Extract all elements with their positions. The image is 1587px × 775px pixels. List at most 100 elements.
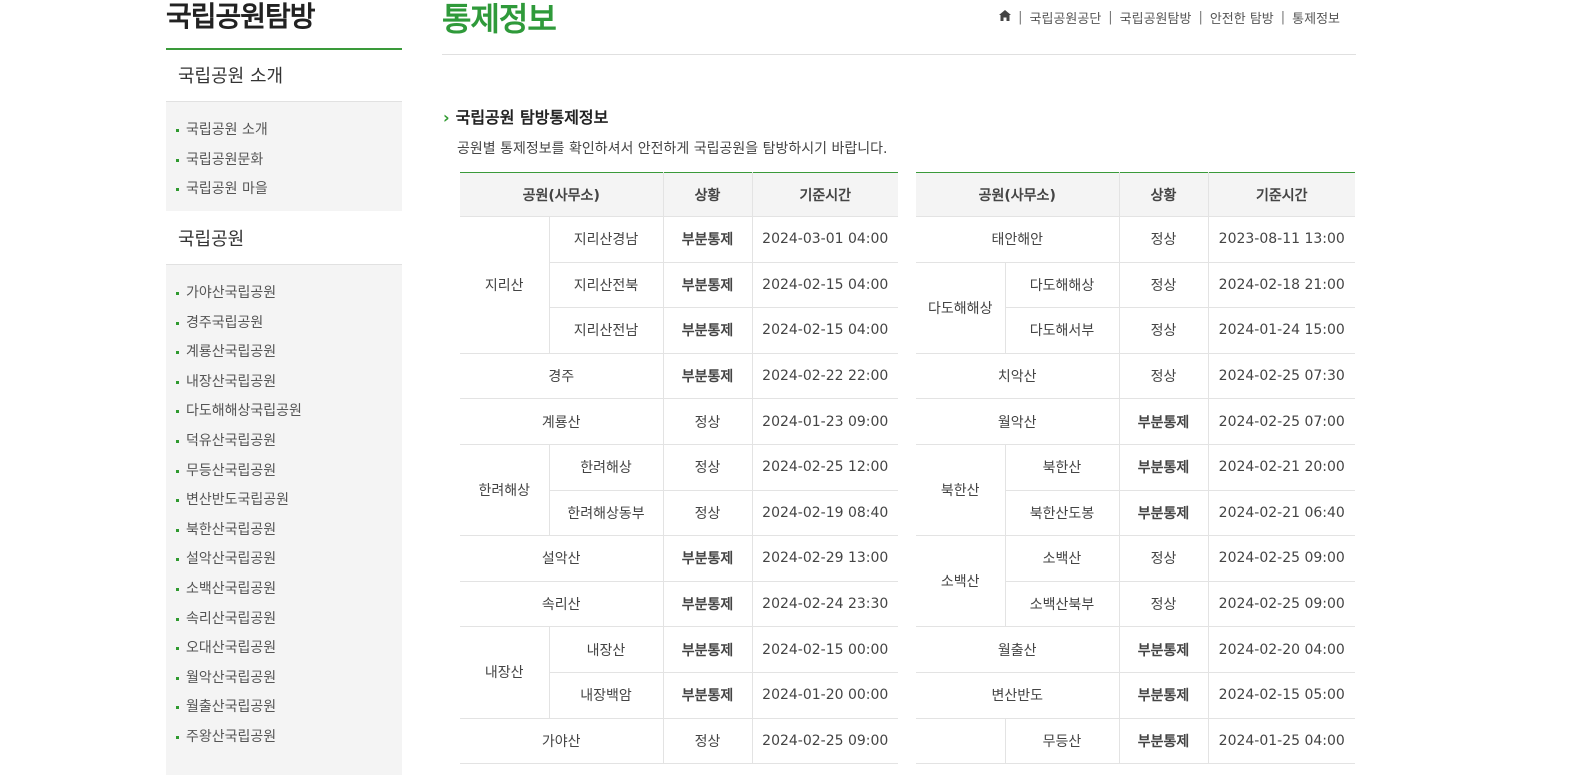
status-cell: 부분통제: [1118, 398, 1208, 445]
status-cell: 정상: [1118, 353, 1208, 400]
sidebar-item[interactable]: 무등산국립공원: [166, 457, 402, 487]
sidebar-item[interactable]: 설악산국립공원: [166, 545, 402, 575]
status-cell: 정상: [1118, 581, 1208, 628]
table-row: 치악산 정상 2024-02-25 07:30: [916, 353, 1355, 400]
table-row: 가야산 정상 2024-02-25 09:00: [460, 718, 898, 765]
park-name-cell: 가야산: [460, 718, 663, 765]
status-cell: 부분통제: [662, 216, 752, 263]
time-cell: 2024-02-15 04:00: [751, 307, 898, 354]
time-cell: 2024-02-25 09:00: [1207, 581, 1355, 628]
sidebar-item[interactable]: 계룡산국립공원: [166, 338, 402, 368]
time-cell: 2024-02-25 09:00: [751, 718, 898, 765]
table-row: 설악산 부분통제 2024-02-29 13:00: [460, 535, 898, 582]
office-name-cell: 지리산전남: [548, 307, 663, 354]
table-row: 무등산 부분통제 2024-01-25 04:00: [916, 718, 1355, 765]
time-cell: 2024-02-21 06:40: [1207, 490, 1355, 537]
status-cell: 정상: [662, 444, 752, 491]
table-row: 한려해상 한려해상 정상 2024-02-25 12:00: [460, 444, 898, 537]
sidebar-heading[interactable]: 국립공원: [166, 215, 402, 265]
col-header-time: 기준시간: [1207, 172, 1355, 217]
control-table-right: 공원(사무소) 상황 기준시간 태안해안 정상 2023-08-11 13:00 다도…: [916, 172, 1355, 765]
time-cell: 2023-08-11 13:00: [1207, 216, 1355, 263]
table-row: 변산반도 부분통제 2024-02-15 05:00: [916, 672, 1355, 719]
col-header-status: 상황: [662, 172, 752, 217]
home-icon[interactable]: [999, 10, 1012, 25]
status-cell: 정상: [662, 490, 752, 537]
office-name-cell: 한려해상: [548, 444, 663, 491]
sidebar-item[interactable]: 내장산국립공원: [166, 368, 402, 398]
sidebar-item[interactable]: 북한산국립공원: [166, 516, 402, 546]
header-divider: [442, 54, 1356, 55]
time-cell: 2024-02-15 00:00: [751, 626, 898, 673]
sidebar-item[interactable]: 경주국립공원: [166, 309, 402, 339]
sidebar-item[interactable]: 국립공원 마을: [166, 175, 402, 205]
status-cell: 정상: [1118, 535, 1208, 582]
sidebar-heading[interactable]: 국립공원 소개: [166, 52, 402, 102]
section-description: 공원별 통제정보를 확인하셔서 안전하게 국립공원을 탐방하시기 바랍니다.: [457, 141, 888, 157]
time-cell: 2024-02-25 09:00: [1207, 535, 1355, 582]
chevron-right-icon: ›: [443, 108, 450, 127]
sidebar-item[interactable]: 국립공원 소개: [166, 116, 402, 146]
park-name-cell: 북한산: [916, 444, 1005, 537]
park-name-cell: 월출산: [916, 626, 1119, 673]
sidebar-item[interactable]: 오대산국립공원: [166, 634, 402, 664]
sidebar-item[interactable]: 가야산국립공원: [166, 279, 402, 309]
sidebar-item[interactable]: 소백산국립공원: [166, 575, 402, 605]
sidebar-item[interactable]: 월출산국립공원: [166, 693, 402, 723]
time-cell: 2024-03-01 04:00: [751, 216, 898, 263]
office-name-cell: 소백산: [1004, 535, 1119, 582]
time-cell: 2024-02-25 12:00: [751, 444, 898, 491]
breadcrumb-item[interactable]: 안전한 탐방: [1210, 8, 1274, 27]
park-name-cell: 월악산: [916, 398, 1119, 445]
status-cell: 부분통제: [1118, 444, 1208, 491]
status-cell: 정상: [1118, 216, 1208, 263]
office-name-cell: 내장백암: [548, 672, 663, 719]
time-cell: 2024-02-22 22:00: [751, 353, 898, 400]
park-name-cell: 경주: [460, 353, 663, 400]
sidebar: 국립공원탐방 국립공원 소개 국립공원 소개 국립공원문화 국립공원 마을 국립공원…: [166, 0, 402, 775]
sidebar-item[interactable]: 변산반도국립공원: [166, 486, 402, 516]
office-name-cell: 소백산북부: [1004, 581, 1119, 628]
table-row: 소백산 소백산 정상 2024-02-25 09:00: [916, 535, 1355, 628]
time-cell: 2024-02-25 07:30: [1207, 353, 1355, 400]
sidebar-title: 국립공원탐방: [166, 0, 402, 50]
park-name-cell: 내장산: [460, 626, 549, 719]
park-name-cell: 계룡산: [460, 398, 663, 445]
status-cell: 부분통제: [662, 353, 752, 400]
breadcrumb-item-current[interactable]: 통제정보: [1292, 8, 1340, 27]
sidebar-item[interactable]: 속리산국립공원: [166, 605, 402, 635]
time-cell: 2024-02-18 21:00: [1207, 262, 1355, 309]
breadcrumb-item[interactable]: 국립공원탐방: [1120, 8, 1192, 27]
sidebar-section-intro: 국립공원 소개 국립공원 소개 국립공원문화 국립공원 마을: [166, 52, 402, 211]
status-cell: 부분통제: [1118, 718, 1208, 765]
status-cell: 정상: [662, 718, 752, 765]
sidebar-item[interactable]: 주왕산국립공원: [166, 723, 402, 753]
sidebar-item[interactable]: 덕유산국립공원: [166, 427, 402, 457]
sidebar-item[interactable]: 월악산국립공원: [166, 664, 402, 694]
table-row: 계룡산 정상 2024-01-23 09:00: [460, 398, 898, 445]
status-cell: 부분통제: [662, 626, 752, 673]
park-name-cell: 변산반도: [916, 672, 1119, 719]
breadcrumb-item[interactable]: 국립공원공단: [1030, 8, 1102, 27]
park-name-cell: 지리산: [460, 216, 549, 354]
office-name-cell: 북한산: [1004, 444, 1119, 491]
table-row: 월악산 부분통제 2024-02-25 07:00: [916, 398, 1355, 445]
status-cell: 부분통제: [662, 262, 752, 309]
office-name-cell: 다도해해상: [1004, 262, 1119, 309]
status-cell: 부분통제: [662, 581, 752, 628]
status-cell: 부분통제: [662, 307, 752, 354]
park-name-cell: 치악산: [916, 353, 1119, 400]
status-cell: 부분통제: [662, 672, 752, 719]
park-name-cell: 한려해상: [460, 444, 549, 537]
sidebar-item[interactable]: 국립공원문화: [166, 146, 402, 176]
park-name-cell: 태안해안: [916, 216, 1119, 263]
time-cell: 2024-02-21 20:00: [1207, 444, 1355, 491]
time-cell: 2024-02-20 04:00: [1207, 626, 1355, 673]
sidebar-section-parks: 국립공원 가야산국립공원 경주국립공원 계룡산국립공원 내장산국립공원 다도해해상국립공…: [166, 215, 402, 775]
sidebar-item[interactable]: 다도해해상국립공원: [166, 397, 402, 427]
park-name-cell: 다도해해상: [916, 262, 1005, 354]
sidebar-list: 가야산국립공원 경주국립공원 계룡산국립공원 내장산국립공원 다도해해상국립공원 덕유산국…: [166, 265, 402, 759]
time-cell: 2024-02-19 08:40: [751, 490, 898, 537]
office-name-cell: 내장산: [548, 626, 663, 673]
table-row: 다도해해상 다도해해상 정상 2024-02-18 21:00: [916, 262, 1355, 354]
